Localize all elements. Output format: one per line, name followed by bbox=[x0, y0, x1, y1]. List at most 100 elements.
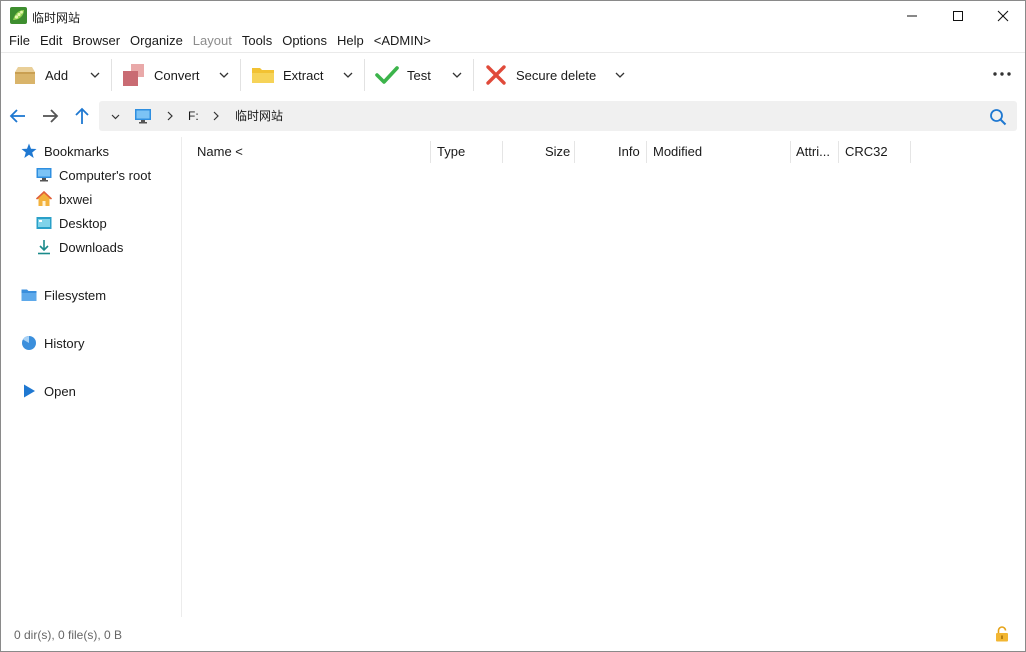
sidebar-filesystem-label: Filesystem bbox=[44, 287, 107, 303]
minimize-icon bbox=[907, 15, 917, 17]
column-header-attributes[interactable]: Attri... bbox=[796, 139, 830, 165]
navigation-bar: F: 临时网站 bbox=[1, 98, 1025, 134]
convert-button[interactable]: Convert bbox=[122, 53, 200, 97]
convert-label: Convert bbox=[154, 67, 200, 83]
menu-tools[interactable]: Tools bbox=[237, 31, 277, 51]
sidebar-item-computers-root[interactable]: Computer's root bbox=[36, 163, 151, 187]
play-triangle-icon bbox=[24, 384, 35, 398]
extract-button[interactable]: Extract bbox=[251, 53, 323, 97]
sidebar-item-bxwei[interactable]: bxwei bbox=[36, 187, 92, 211]
maximize-icon bbox=[953, 11, 963, 21]
menu-help[interactable]: Help bbox=[332, 31, 369, 51]
sidebar-open[interactable]: Open bbox=[21, 379, 76, 403]
sidebar-item-label: Computer's root bbox=[59, 167, 152, 183]
breadcrumb-chevron-right-icon bbox=[167, 111, 173, 121]
column-header-type[interactable]: Type bbox=[437, 139, 465, 165]
computer-icon bbox=[36, 168, 52, 182]
column-header-crc32[interactable]: CRC32 bbox=[845, 139, 888, 165]
secure-delete-label: Secure delete bbox=[516, 67, 597, 83]
up-arrow-icon[interactable] bbox=[72, 106, 92, 126]
history-dropdown-chevron-down-icon[interactable] bbox=[110, 111, 121, 122]
secure-delete-dropdown-chevron-down-icon[interactable] bbox=[613, 68, 627, 82]
toolbar-divider bbox=[473, 59, 474, 91]
status-summary: 0 dir(s), 0 file(s), 0 B bbox=[14, 628, 123, 642]
secure-delete-button[interactable]: Secure delete bbox=[484, 53, 596, 97]
folder-icon bbox=[21, 289, 37, 301]
toolbar-divider bbox=[240, 59, 241, 91]
column-divider[interactable] bbox=[910, 141, 911, 163]
column-divider[interactable] bbox=[838, 141, 839, 163]
peazip-pea-icon bbox=[10, 7, 27, 24]
convert-dropdown-chevron-down-icon[interactable] bbox=[217, 68, 231, 82]
column-header-name[interactable]: Name < bbox=[197, 139, 243, 165]
column-header-info[interactable]: Info bbox=[618, 139, 640, 165]
column-divider[interactable] bbox=[574, 141, 575, 163]
forward-arrow-icon[interactable] bbox=[40, 106, 60, 126]
desktop-icon bbox=[36, 217, 52, 229]
sidebar-item-downloads[interactable]: Downloads bbox=[36, 235, 123, 259]
extract-dropdown-chevron-down-icon[interactable] bbox=[341, 68, 355, 82]
sidebar-item-desktop[interactable]: Desktop bbox=[36, 211, 107, 235]
unlocked-padlock-icon[interactable] bbox=[995, 626, 1009, 642]
folder-icon bbox=[252, 68, 274, 83]
column-divider[interactable] bbox=[790, 141, 791, 163]
menu-admin[interactable]: <ADMIN> bbox=[369, 31, 436, 51]
app-window: 临时网站 File Edit Browser Organize Layout T… bbox=[0, 0, 1026, 652]
status-bar: 0 dir(s), 0 file(s), 0 B bbox=[1, 621, 1025, 651]
breadcrumb-chevron-right-icon bbox=[213, 111, 219, 121]
toolbar-divider bbox=[111, 59, 112, 91]
breadcrumb-folder[interactable]: 临时网站 bbox=[235, 101, 283, 131]
sidebar-item-label: Desktop bbox=[59, 215, 107, 231]
sidebar-history-label: History bbox=[44, 335, 85, 351]
column-divider[interactable] bbox=[430, 141, 431, 163]
archive-box-icon bbox=[15, 67, 35, 84]
close-icon bbox=[997, 10, 1009, 22]
menu-edit[interactable]: Edit bbox=[35, 31, 67, 51]
menu-organize[interactable]: Organize bbox=[125, 31, 188, 51]
toolbar: Add Convert Extract Test Secure delete bbox=[1, 52, 1025, 96]
test-label: Test bbox=[407, 67, 431, 83]
test-dropdown-chevron-down-icon[interactable] bbox=[450, 68, 464, 82]
computer-icon[interactable] bbox=[134, 108, 152, 124]
column-divider[interactable] bbox=[502, 141, 503, 163]
sidebar-item-label: Downloads bbox=[59, 239, 124, 255]
add-dropdown-chevron-down-icon[interactable] bbox=[88, 68, 102, 82]
column-header-modified[interactable]: Modified bbox=[653, 139, 702, 165]
title-bar: 临时网站 bbox=[1, 1, 1025, 31]
extract-label: Extract bbox=[283, 67, 324, 83]
sidebar-item-label: bxwei bbox=[59, 191, 93, 207]
back-arrow-icon[interactable] bbox=[8, 106, 28, 126]
minimize-button[interactable] bbox=[889, 1, 935, 31]
sidebar-history[interactable]: History bbox=[21, 331, 84, 355]
add-button[interactable]: Add bbox=[13, 53, 68, 97]
history-clock-icon bbox=[22, 336, 36, 350]
window-title: 临时网站 bbox=[32, 11, 81, 25]
breadcrumb-drive[interactable]: F: bbox=[188, 101, 199, 131]
column-divider[interactable] bbox=[646, 141, 647, 163]
convert-icon bbox=[123, 64, 144, 86]
download-icon bbox=[38, 240, 50, 255]
sidebar-bookmarks[interactable]: Bookmarks bbox=[21, 139, 109, 163]
menu-layout[interactable]: Layout bbox=[188, 31, 237, 51]
menu-browser[interactable]: Browser bbox=[67, 31, 125, 51]
add-label: Add bbox=[45, 67, 69, 83]
maximize-button[interactable] bbox=[935, 1, 981, 31]
address-bar[interactable]: F: 临时网站 bbox=[99, 101, 1017, 131]
delete-x-icon bbox=[486, 65, 506, 85]
more-horizontal-icon[interactable] bbox=[991, 67, 1013, 81]
search-icon[interactable] bbox=[989, 108, 1007, 126]
menu-options[interactable]: Options bbox=[277, 31, 332, 51]
sidebar: Bookmarks Computer's root bxwei Desktop … bbox=[1, 137, 182, 617]
toolbar-divider bbox=[364, 59, 365, 91]
menu-bar: File Edit Browser Organize Layout Tools … bbox=[1, 31, 1025, 51]
checkmark-icon bbox=[375, 66, 399, 84]
column-header-size[interactable]: Size bbox=[545, 139, 570, 165]
sidebar-filesystem[interactable]: Filesystem bbox=[21, 283, 106, 307]
file-list[interactable]: Name < Type Size Info Modified Attri... … bbox=[183, 137, 1025, 617]
sidebar-open-label: Open bbox=[44, 383, 76, 399]
close-button[interactable] bbox=[980, 1, 1026, 31]
star-icon bbox=[21, 143, 37, 158]
home-icon bbox=[36, 191, 52, 206]
menu-file[interactable]: File bbox=[4, 31, 35, 51]
test-button[interactable]: Test bbox=[375, 53, 431, 97]
